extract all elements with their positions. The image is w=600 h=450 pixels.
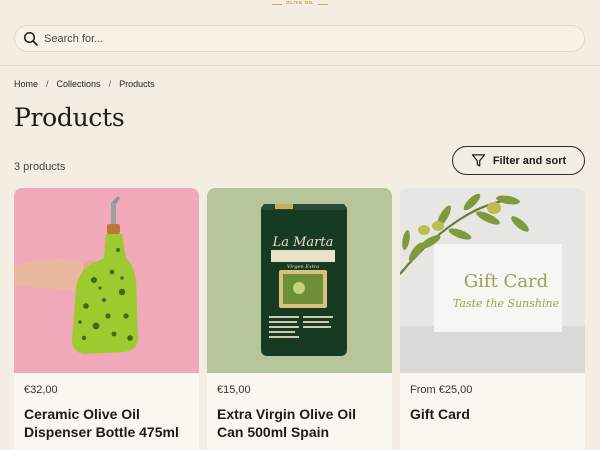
filter-label: Filter and sort: [492, 154, 567, 167]
filter-and-sort-button[interactable]: Filter and sort: [452, 146, 585, 175]
breadcrumb-home[interactable]: Home: [14, 79, 38, 89]
breadcrumb-collections[interactable]: Collections: [57, 79, 101, 89]
product-image-olive-oil-can[interactable]: La Marta Virgen Extra: [207, 188, 392, 373]
brand-tagline: OLIVE OIL: [286, 0, 314, 5]
ceramic-bottle-image: [14, 196, 138, 354]
product-count: 3 products: [14, 161, 66, 173]
gift-card-title: Gift Card: [464, 271, 548, 292]
brand-logo[interactable]: OLIVE OIL: [0, 0, 600, 8]
breadcrumb-current: Products: [119, 79, 155, 89]
can-subtitle: Virgen Extra: [287, 264, 319, 270]
search-bar[interactable]: [14, 25, 585, 52]
breadcrumb: Home / Collections / Products: [14, 79, 155, 89]
product-image-gift-card[interactable]: Gift Card Taste the Sunshine: [400, 188, 585, 373]
product-card-ceramic-dispenser[interactable]: €32,00 Ceramic Olive Oil Dispenser Bottl…: [14, 188, 199, 450]
product-name[interactable]: Extra Virgin Olive Oil Can 500ml Spain: [217, 405, 382, 441]
product-card-gift-card[interactable]: Gift Card Taste the Sunshine From €25,00…: [400, 188, 585, 450]
header-divider: [0, 65, 600, 66]
product-card-olive-oil-can[interactable]: La Marta Virgen Extra €15,00 Extra Virgi…: [207, 188, 392, 450]
product-price: From €25,00: [410, 384, 473, 396]
gift-card-image: Gift Card Taste the Sunshine: [400, 193, 585, 373]
olive-oil-can-image: La Marta Virgen Extra: [261, 204, 347, 356]
product-image-ceramic-dispenser[interactable]: [14, 188, 199, 373]
page-title: Products: [14, 103, 125, 132]
product-name[interactable]: Ceramic Olive Oil Dispenser Bottle 475ml: [24, 405, 189, 441]
logo-line-left: [272, 3, 283, 5]
logo-line-right: [317, 3, 328, 5]
search-input[interactable]: [44, 32, 584, 45]
breadcrumb-separator: /: [108, 79, 112, 89]
filter-icon: [471, 154, 486, 167]
breadcrumb-separator: /: [46, 79, 49, 89]
search-icon[interactable]: [23, 31, 39, 47]
product-price: €32,00: [24, 384, 58, 396]
gift-card-subtitle: Taste the Sunshine: [453, 297, 560, 310]
can-brand: La Marta: [272, 235, 334, 250]
product-name[interactable]: Gift Card: [410, 405, 575, 423]
product-price: €15,00: [217, 384, 251, 396]
